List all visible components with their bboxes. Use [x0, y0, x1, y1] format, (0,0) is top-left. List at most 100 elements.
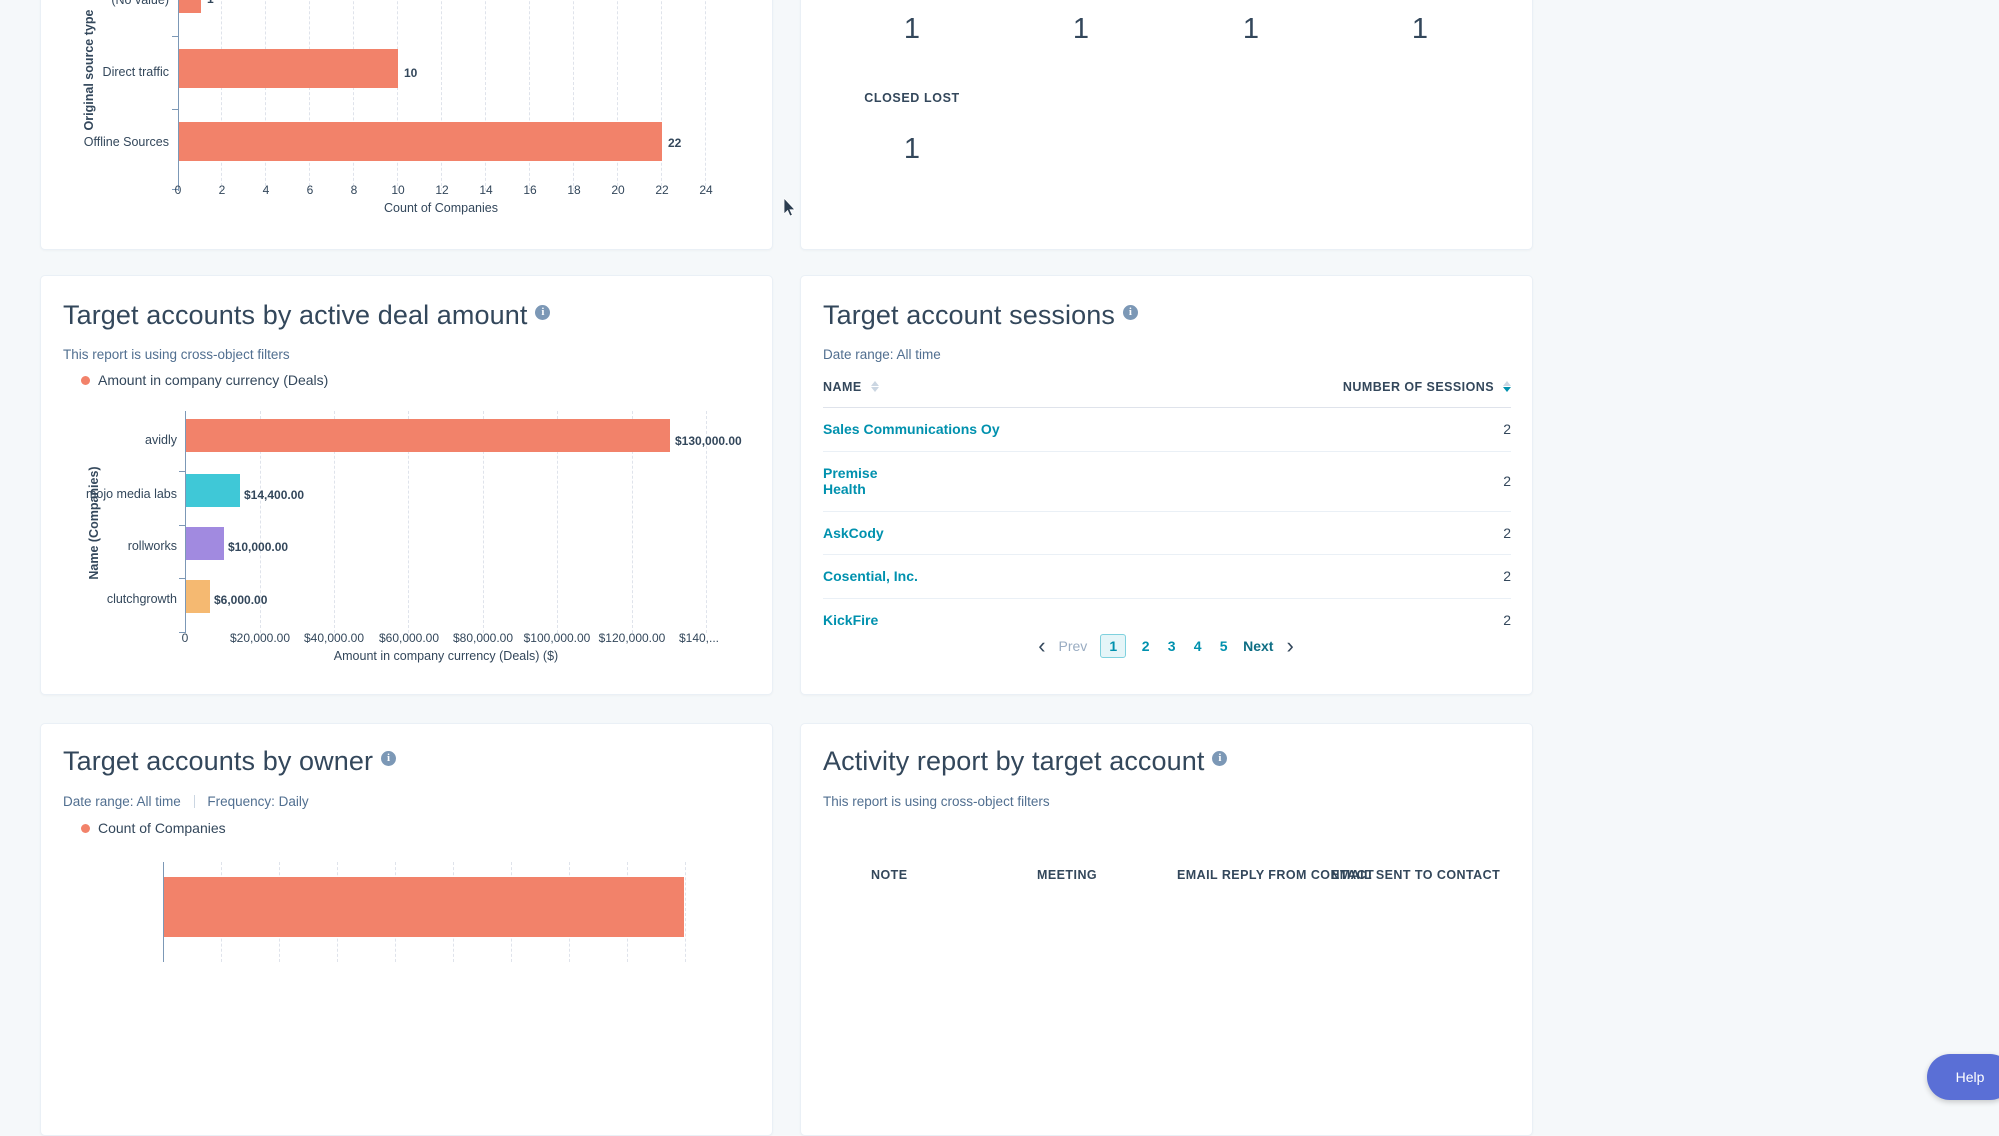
deal-chart-bar[interactable] [186, 527, 224, 560]
source-chart-bar[interactable] [179, 0, 201, 13]
column-header-name[interactable]: NAME [823, 380, 1176, 408]
pagination-next-chevron-icon[interactable]: › [1286, 635, 1293, 657]
legend-label: Count of Companies [98, 820, 226, 836]
legend-color-swatch [81, 375, 90, 385]
pagination-page-1[interactable]: 1 [1100, 634, 1127, 658]
help-button-label: Help [1955, 1069, 1985, 1085]
pagination-page-4[interactable]: 4 [1191, 638, 1204, 654]
pagination-page-2[interactable]: 2 [1139, 638, 1152, 654]
source-chart-gridline [397, 0, 398, 191]
source-chart-category-label: (No value) [111, 0, 169, 7]
source-chart-gridline [617, 0, 618, 191]
help-button[interactable]: Help [1927, 1054, 1999, 1100]
pagination-next-label[interactable]: Next [1243, 638, 1273, 654]
source-chart-bar[interactable] [179, 49, 398, 88]
table-cell-name: AskCody [823, 511, 1176, 556]
table-row[interactable]: AskCody 2 [823, 511, 1511, 556]
column-header-label: NUMBER OF SESSIONS [1342, 380, 1495, 394]
report-card-deal-stage-counts: 1 1 1 1 CLOSED LOST 1 [800, 0, 1533, 250]
source-chart-bar[interactable] [179, 122, 662, 161]
card-meta-activity: This report is using cross-object filter… [823, 794, 1050, 809]
pagination-page-5[interactable]: 5 [1217, 638, 1230, 654]
account-link[interactable]: Premise Health [823, 465, 877, 498]
pagination-page-3[interactable]: 3 [1165, 638, 1178, 654]
page-title-owner: Target accounts by owner i [63, 746, 397, 777]
account-link[interactable]: Sales Communications Oy [823, 421, 1000, 438]
page-title-deal-amount: Target accounts by active deal amount i [63, 300, 551, 331]
card-title-text: Target accounts by owner [63, 746, 374, 776]
source-chart-category-label: Direct traffic [102, 65, 169, 79]
source-chart-gridline [221, 0, 222, 191]
deal-chart-xtick: $140,... [678, 631, 720, 645]
legend-color-swatch [81, 823, 90, 833]
column-header-email-sent-to-contact[interactable]: EMAIL SENT TO CONTACT [1331, 868, 1500, 882]
source-chart-bar-value: 10 [404, 66, 418, 80]
card-meta-owner: Date range: All time Frequency: Daily [63, 794, 309, 809]
column-header-note[interactable]: NOTE [871, 868, 908, 882]
source-chart-xtick: 16 [523, 183, 537, 197]
table-cell-sessions: 2 [1175, 407, 1511, 452]
pagination-prev-label[interactable]: Prev [1059, 638, 1088, 654]
legend-label: Amount in company currency (Deals) [98, 372, 329, 388]
table-row[interactable]: Premise Health 2 [823, 451, 1511, 512]
card-title-text: Target account sessions [823, 300, 1115, 330]
sort-arrows-icon[interactable] [870, 381, 879, 393]
account-link[interactable]: KickFire [823, 612, 878, 629]
info-icon[interactable]: i [381, 751, 397, 767]
sort-arrows-icon[interactable] [1503, 381, 1511, 393]
card-meta-deal-amount: This report is using cross-object filter… [63, 347, 290, 362]
deal-chart-bar[interactable] [186, 419, 670, 452]
table-cell-name: Sales Communications Oy [823, 407, 1176, 452]
kpi-value: 1 [1242, 13, 1260, 45]
deal-chart-category-label: rollworks [127, 539, 177, 553]
source-chart-xtick: 22 [655, 183, 669, 197]
owner-chart-gridline [685, 862, 686, 962]
table-cell-sessions: 2 [1175, 554, 1511, 599]
source-chart-bar-value: 1 [207, 0, 214, 6]
column-header-label: NAME [823, 380, 862, 394]
info-icon[interactable]: i [1122, 305, 1138, 321]
owner-chart-bar[interactable] [164, 877, 684, 937]
source-chart-gridline [529, 0, 530, 191]
column-header-meeting[interactable]: MEETING [1037, 868, 1097, 882]
source-chart-xtick: 24 [699, 183, 713, 197]
report-card-original-source-type: Original source type (No value) 1 Direct… [40, 0, 773, 250]
kpi-value: 1 [903, 13, 921, 45]
source-chart-xtick: 18 [567, 183, 581, 197]
source-chart-xtick: 20 [611, 183, 625, 197]
source-chart-xtick: 4 [262, 183, 270, 197]
source-chart-gridline [441, 0, 442, 191]
deal-chart-bar[interactable] [186, 474, 240, 507]
deal-chart-bar-value: $10,000.00 [228, 540, 289, 554]
report-card-target-account-sessions: Target account sessions i Date range: All… [800, 275, 1533, 695]
table-row[interactable]: Cosential, Inc. 2 [823, 554, 1511, 599]
meta-frequency: Frequency: Daily [207, 794, 309, 809]
deal-chart-bar[interactable] [186, 580, 210, 613]
deal-chart-bar-value: $6,000.00 [214, 593, 268, 607]
source-chart-xtick: 10 [391, 183, 405, 197]
pagination-prev-chevron-icon[interactable]: ‹ [1038, 635, 1045, 657]
chart-legend-deal-amount[interactable]: Amount in company currency (Deals) [81, 372, 328, 388]
deal-chart-bar-value: $14,400.00 [244, 488, 305, 502]
table-row[interactable]: Sales Communications Oy 2 [823, 407, 1511, 452]
deal-chart-category-label: clutchgrowth [106, 592, 177, 606]
kpi-stage-label: CLOSED LOST [864, 91, 960, 105]
chart-legend-owner[interactable]: Count of Companies [81, 820, 226, 836]
source-chart-tick [172, 36, 179, 37]
deal-chart-xtick: 0 [181, 631, 189, 645]
source-chart-gridline [485, 0, 486, 191]
deal-chart-tick [179, 525, 186, 526]
info-icon[interactable]: i [535, 305, 551, 321]
source-chart-xtick: 14 [479, 183, 493, 197]
source-chart-gridline [309, 0, 310, 191]
report-card-target-accounts-by-active-deal-amount: Target accounts by active deal amount i T… [40, 275, 773, 695]
kpi-stage-value: 1 [903, 133, 921, 165]
info-icon[interactable]: i [1212, 751, 1228, 767]
table-cell-sessions: 2 [1175, 511, 1511, 556]
source-chart-xtick: 2 [218, 183, 226, 197]
account-link[interactable]: Cosential, Inc. [823, 568, 918, 585]
column-header-number-of-sessions[interactable]: NUMBER OF SESSIONS [1175, 380, 1511, 408]
account-link[interactable]: AskCody [823, 525, 884, 542]
page-title-sessions: Target account sessions i [823, 300, 1138, 331]
source-chart-gridline [661, 0, 662, 191]
